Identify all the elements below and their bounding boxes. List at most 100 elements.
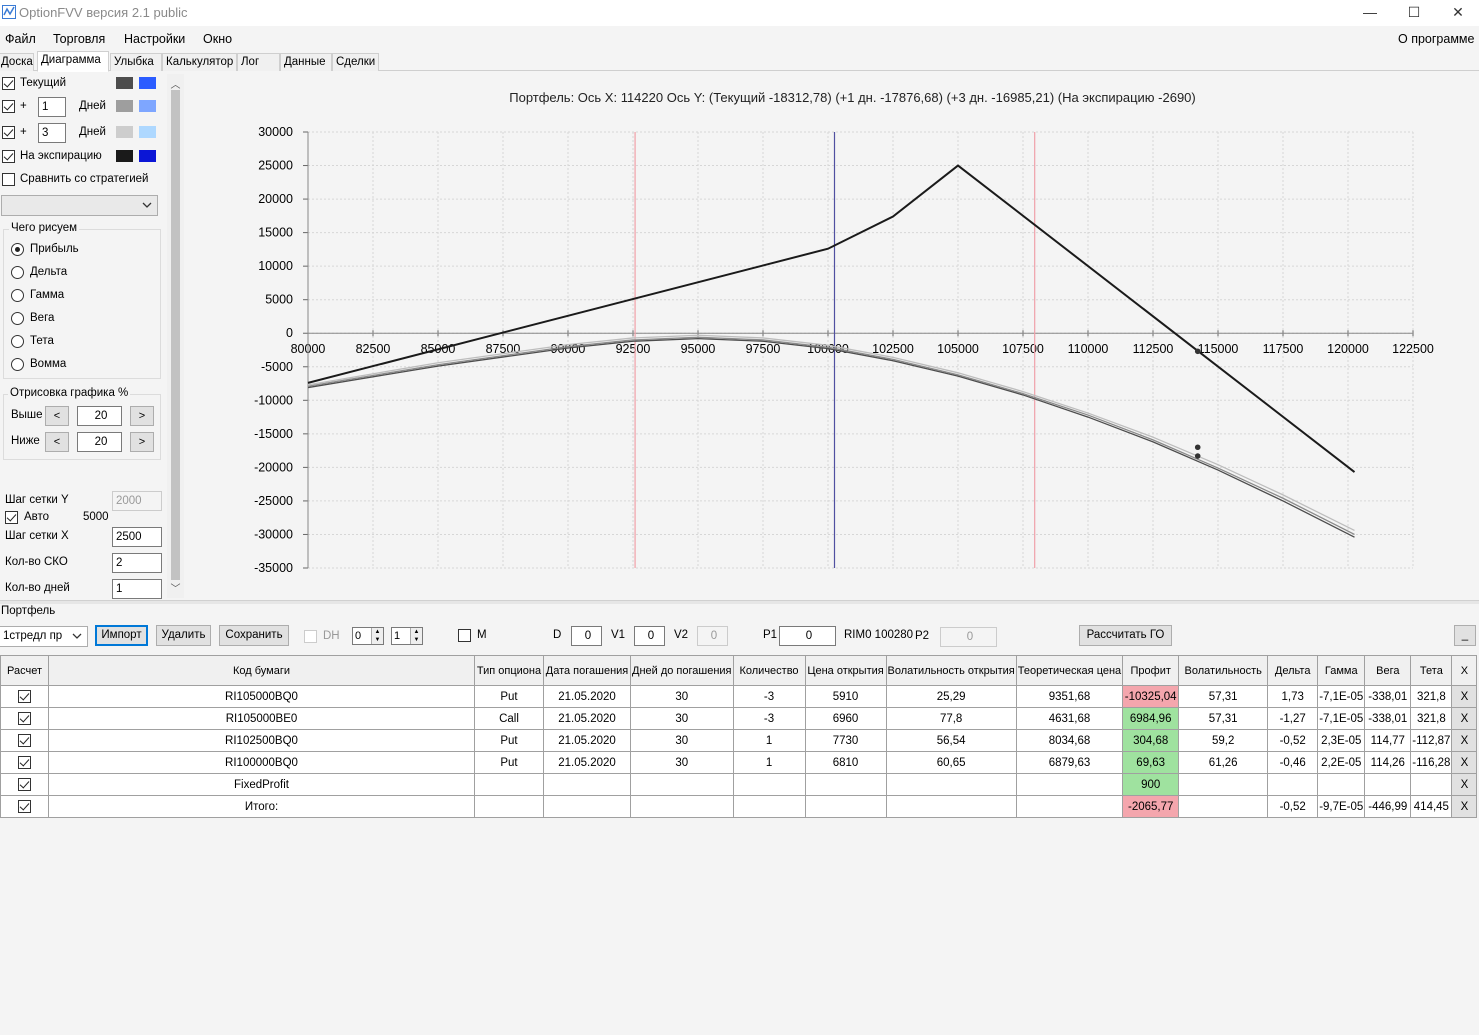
left-panel-scrollbar[interactable]: ︿ ﹀ — [167, 74, 184, 598]
collapse-button[interactable]: _ — [1454, 625, 1476, 646]
save-button[interactable]: Сохранить — [219, 625, 289, 646]
table-row[interactable]: RI105000BE0 Call 21.05.2020 30 -3 6960 77,8 463… — [0, 707, 1478, 730]
tab-log[interactable]: Лог — [237, 53, 280, 71]
splitter[interactable] — [0, 600, 1479, 604]
tab-data[interactable]: Данные — [280, 53, 332, 71]
table-row[interactable]: FixedProfit 900 X — [0, 773, 1478, 796]
tab-calculator[interactable]: Калькулятор — [162, 53, 237, 71]
table-row[interactable]: Итого: -2065,77 -0,52 -9,7E-05 -446,99 414,45… — [0, 795, 1478, 818]
tab-deals[interactable]: Сделки — [332, 53, 379, 71]
spin-down-icon[interactable]: ▼ — [371, 636, 383, 644]
calc-checkbox-cell[interactable] — [0, 773, 49, 796]
column-header[interactable]: Цена открытия — [804, 655, 887, 686]
menu-settings[interactable]: Настройки — [124, 32, 185, 46]
above-increase-button[interactable]: > — [130, 406, 154, 426]
column-header[interactable]: Вега — [1364, 655, 1412, 686]
remove-row-button[interactable]: X — [1451, 773, 1478, 796]
table-row[interactable]: RI102500BQ0 Put 21.05.2020 30 1 7730 56,54 8034… — [0, 729, 1478, 752]
d3-color-swatch-2[interactable] — [139, 126, 156, 138]
p1-input[interactable]: 0 — [779, 626, 836, 646]
strategy-compare-select[interactable] — [1, 195, 158, 216]
compare-checkbox[interactable] — [2, 173, 15, 186]
d-input[interactable]: 0 — [571, 626, 602, 646]
remove-row-button[interactable]: X — [1451, 685, 1478, 708]
plus1-checkbox[interactable] — [2, 100, 15, 113]
calc-checkbox-cell[interactable] — [0, 729, 49, 752]
current-checkbox[interactable] — [2, 77, 15, 90]
calc-checkbox-cell[interactable] — [0, 685, 49, 708]
expiry-checkbox[interactable] — [2, 150, 15, 163]
below-increase-button[interactable]: > — [130, 432, 154, 452]
d1-color-swatch-2[interactable] — [139, 100, 156, 112]
below-decrease-button[interactable]: < — [45, 432, 69, 452]
tab-board[interactable]: Доска — [0, 53, 34, 71]
sko-input[interactable]: 2 — [112, 553, 162, 573]
remove-row-button[interactable]: X — [1451, 707, 1478, 730]
calc-checkbox-cell[interactable] — [0, 795, 49, 818]
expiry-color-swatch[interactable] — [116, 150, 133, 162]
calc-checkbox[interactable] — [18, 734, 31, 747]
calc-checkbox[interactable] — [18, 800, 31, 813]
menu-file[interactable]: Файл — [5, 32, 36, 46]
v2-input[interactable]: 0 — [697, 626, 728, 646]
radio-theta[interactable] — [11, 335, 24, 348]
table-row[interactable]: RI100000BQ0 Put 21.05.2020 30 1 6810 60,65 6879… — [0, 751, 1478, 774]
d1-color-swatch[interactable] — [116, 100, 133, 112]
dh-checkbox[interactable] — [304, 630, 317, 643]
calc-checkbox[interactable] — [18, 756, 31, 769]
strategy-select[interactable]: 1стредл пр — [0, 626, 88, 647]
above-input[interactable]: 20 — [77, 406, 122, 426]
spin-up-icon[interactable]: ▲ — [410, 628, 422, 636]
menu-window[interactable]: Окно — [203, 32, 232, 46]
remove-row-button[interactable]: X — [1451, 795, 1478, 818]
scroll-thumb[interactable] — [171, 90, 180, 580]
calc-go-button[interactable]: Рассчитать ГО — [1079, 625, 1172, 646]
radio-vomma[interactable] — [11, 358, 24, 371]
calc-checkbox[interactable] — [18, 712, 31, 725]
column-header[interactable]: Теоретическая цена — [1015, 655, 1124, 686]
delete-button[interactable]: Удалить — [156, 625, 211, 646]
m-checkbox[interactable] — [458, 629, 471, 642]
column-header[interactable]: Дельта — [1267, 655, 1319, 686]
spin1-input[interactable]: 0 ▲ ▼ — [352, 627, 384, 645]
plus3-checkbox[interactable] — [2, 126, 15, 139]
above-decrease-button[interactable]: < — [45, 406, 69, 426]
remove-row-button[interactable]: X — [1451, 729, 1478, 752]
auto-checkbox[interactable] — [5, 511, 18, 524]
calc-checkbox-cell[interactable] — [0, 751, 49, 774]
column-header[interactable]: Дата погашения — [543, 655, 631, 686]
radio-profit[interactable] — [11, 243, 24, 256]
grid-y-input[interactable]: 2000 — [112, 491, 162, 511]
calc-checkbox[interactable] — [18, 778, 31, 791]
grid-x-input[interactable]: 2500 — [112, 527, 162, 547]
spin-up-icon[interactable]: ▲ — [371, 628, 383, 636]
menu-trade[interactable]: Торговля — [53, 32, 105, 46]
radio-delta[interactable] — [11, 266, 24, 279]
days-count-input[interactable]: 1 — [112, 579, 162, 599]
spin-down-icon[interactable]: ▼ — [410, 636, 422, 644]
column-header[interactable]: Код бумаги — [48, 655, 475, 686]
current-color-swatch[interactable] — [116, 77, 133, 89]
days3-input[interactable]: 3 — [38, 123, 66, 143]
tab-smile[interactable]: Улыбка — [110, 53, 162, 71]
column-header[interactable]: Профит — [1122, 655, 1180, 686]
close-button[interactable]: ✕ — [1436, 0, 1479, 26]
menu-about[interactable]: О программе — [1398, 32, 1474, 46]
calc-checkbox[interactable] — [18, 690, 31, 703]
column-header[interactable]: Количество — [732, 655, 806, 686]
column-header[interactable]: Гамма — [1317, 655, 1366, 686]
scroll-up-icon[interactable]: ︿ — [167, 76, 184, 91]
calc-checkbox-cell[interactable] — [0, 707, 49, 730]
column-header[interactable]: Расчет — [0, 655, 49, 686]
column-header[interactable]: Волатильность открытия — [885, 655, 1017, 686]
below-input[interactable]: 20 — [77, 432, 122, 452]
maximize-button[interactable]: ☐ — [1392, 0, 1436, 26]
minimize-button[interactable]: — — [1348, 0, 1392, 26]
column-header[interactable]: Тета — [1410, 655, 1453, 686]
radio-gamma[interactable] — [11, 289, 24, 302]
expiry-color-swatch-2[interactable] — [139, 150, 156, 162]
import-button[interactable]: Импорт — [95, 625, 148, 646]
column-header[interactable]: Дней до погашения — [630, 655, 734, 686]
current-color-swatch-2[interactable] — [139, 77, 156, 89]
v1-input[interactable]: 0 — [634, 626, 665, 646]
